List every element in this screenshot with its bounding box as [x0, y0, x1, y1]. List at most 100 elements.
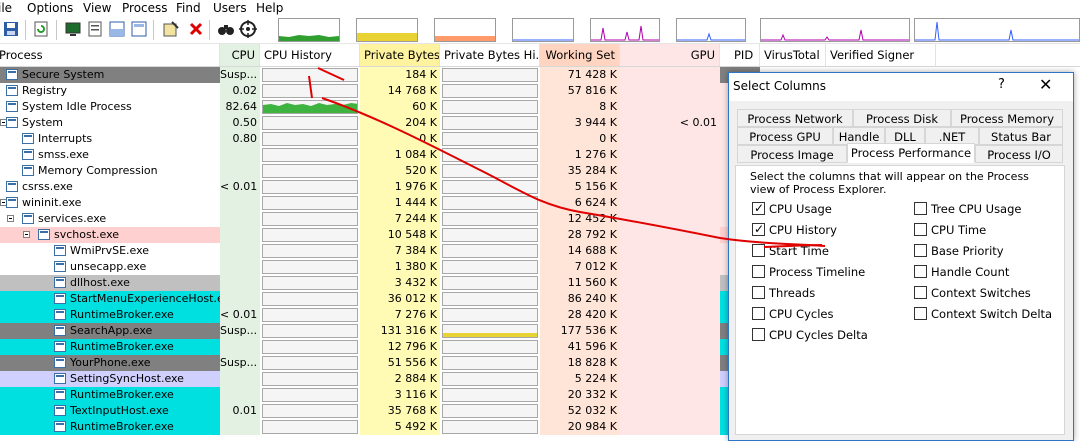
binoculars-icon[interactable] [217, 20, 235, 38]
checkbox-box[interactable] [914, 265, 927, 278]
target-icon[interactable] [239, 20, 257, 38]
checkbox-box[interactable] [914, 244, 927, 257]
expand-collapse-icon[interactable] [7, 215, 14, 222]
menu-view[interactable]: View [83, 1, 111, 16]
process-name-cell[interactable]: StartMenuExperienceHost.exe [0, 291, 220, 307]
save-icon[interactable] [2, 20, 20, 38]
checkbox-box[interactable] [914, 223, 927, 236]
kill-process-icon[interactable] [187, 20, 205, 38]
column-header-pid[interactable]: PID [730, 44, 760, 66]
process-name-cell[interactable]: csrss.exe [0, 179, 220, 195]
process-name-cell[interactable]: SettingSyncHost.exe [0, 371, 220, 387]
checkbox-box[interactable]: ✓ [752, 222, 765, 236]
menu-find[interactable]: Find [176, 1, 201, 16]
memory-mini-graph[interactable] [356, 18, 418, 42]
cpu-cell: 82.64 [220, 99, 260, 115]
help-button[interactable]: ? [998, 77, 1005, 92]
column-header-cpu-history[interactable]: CPU History [260, 44, 360, 66]
column-header-verified-signer[interactable]: Verified Signer [826, 44, 936, 66]
checkbox-box[interactable]: ✓ [752, 201, 765, 215]
expand-collapse-icon[interactable] [23, 231, 30, 238]
column-header-private-bytes-history[interactable]: Private Bytes Hi... [440, 44, 540, 66]
tab-process-gpu[interactable]: Process GPU [737, 127, 833, 145]
column-header-working-set[interactable]: Working Set [540, 44, 620, 66]
process-name: WmiPrvSE.exe [70, 244, 150, 257]
process-name-cell[interactable]: dllhost.exe [0, 275, 220, 291]
tab-process-network[interactable]: Process Network [737, 109, 853, 127]
tab-process-image[interactable]: Process Image [737, 145, 847, 163]
network-mini-graph[interactable] [590, 18, 660, 42]
private-bytes-history-cell [440, 115, 540, 131]
process-name-cell[interactable]: RuntimeBroker.exe [0, 339, 220, 355]
process-name-cell[interactable]: YourPhone.exe [0, 355, 220, 371]
process-name-cell[interactable]: TextInputHost.exe [0, 403, 220, 419]
process-name-cell[interactable]: smss.exe [0, 147, 220, 163]
process-name-cell[interactable]: unsecapp.exe [0, 259, 220, 275]
process-name: SearchApp.exe [70, 324, 153, 337]
process-name-cell[interactable]: RuntimeBroker.exe [0, 387, 220, 403]
checkbox-box[interactable] [752, 307, 765, 320]
process-name-cell[interactable]: RuntimeBroker.exe [0, 419, 220, 435]
checkbox-box[interactable] [914, 286, 927, 299]
process-name-cell[interactable]: System [0, 115, 220, 131]
column-header-cpu[interactable]: CPU [220, 44, 260, 66]
working-set-cell: 14 688 K [540, 243, 620, 259]
system-info-icon[interactable] [64, 20, 82, 38]
menu-file[interactable]: ile [0, 1, 12, 16]
checkbox-box[interactable] [752, 244, 765, 257]
disk-mini-graph[interactable] [676, 18, 746, 42]
working-set-cell: 52 032 K [540, 403, 620, 419]
dll-view-icon[interactable] [130, 20, 148, 38]
menu-users[interactable]: Users [213, 1, 247, 16]
checkbox-box[interactable] [914, 307, 927, 320]
gpu-cell [620, 403, 720, 419]
menu-process[interactable]: Process [122, 1, 168, 16]
process-name-cell[interactable]: services.exe [0, 211, 220, 227]
commit-mini-graph[interactable] [434, 18, 496, 42]
process-name-cell[interactable]: Interrupts [0, 131, 220, 147]
process-name-cell[interactable]: RuntimeBroker.exe [0, 307, 220, 323]
process-name-cell[interactable]: WmiPrvSE.exe [0, 243, 220, 259]
process-name-cell[interactable]: Secure System [0, 67, 220, 83]
lower-pane-icon[interactable] [108, 20, 126, 38]
checkbox-box[interactable] [752, 265, 765, 278]
column-header-process[interactable]: Process [0, 44, 220, 66]
process-name-cell[interactable]: wininit.exe [0, 195, 220, 211]
process-name-cell[interactable]: SearchApp.exe [0, 323, 220, 339]
menu-options[interactable]: Options [27, 1, 73, 16]
process-name-cell[interactable]: System Idle Process [0, 99, 220, 115]
cpu-history-cell [260, 371, 360, 387]
dialog-title: Select Columns [733, 79, 827, 93]
gpu-engine-mini-graph[interactable] [914, 18, 1080, 42]
cpu-cell [220, 259, 260, 275]
cpu-cell [220, 227, 260, 243]
io-mini-graph[interactable] [512, 18, 574, 42]
close-button[interactable]: ✕ [1039, 75, 1052, 94]
process-name: Interrupts [38, 132, 93, 145]
process-name: dllhost.exe [70, 276, 130, 289]
refresh-icon[interactable] [32, 20, 50, 38]
cpu-cell [220, 147, 260, 163]
cpu-history-cell [260, 115, 360, 131]
properties-icon[interactable] [86, 20, 104, 38]
process-name-cell[interactable]: Registry [0, 83, 220, 99]
gpu-mini-graph[interactable] [760, 18, 910, 42]
dialog-title-bar[interactable]: Select Columns ? ✕ [729, 73, 1073, 101]
menu-help[interactable]: Help [256, 1, 283, 16]
process-name-cell[interactable]: Memory Compression [0, 163, 220, 179]
tab-process-memory[interactable]: Process Memory [951, 109, 1063, 127]
checkbox-box[interactable] [752, 328, 765, 341]
column-header-private-bytes[interactable]: Private Bytes [360, 44, 440, 66]
gpu-cell [620, 211, 720, 227]
tab-process-disk[interactable]: Process Disk [853, 109, 951, 127]
process-name-cell[interactable]: svchost.exe [0, 227, 220, 243]
column-header-virustotal[interactable]: VirusTotal [760, 44, 826, 66]
find-window-icon[interactable] [162, 20, 180, 38]
tab-process-io[interactable]: Process I/O [975, 145, 1063, 163]
checkbox-box[interactable] [752, 286, 765, 299]
checkbox-box[interactable] [914, 202, 927, 215]
tab-process-performance[interactable]: Process Performance [847, 143, 975, 163]
column-header-gpu[interactable]: GPU [620, 44, 720, 66]
tab-status-bar[interactable]: Status Bar [979, 127, 1063, 145]
cpu-mini-graph[interactable] [278, 18, 340, 42]
